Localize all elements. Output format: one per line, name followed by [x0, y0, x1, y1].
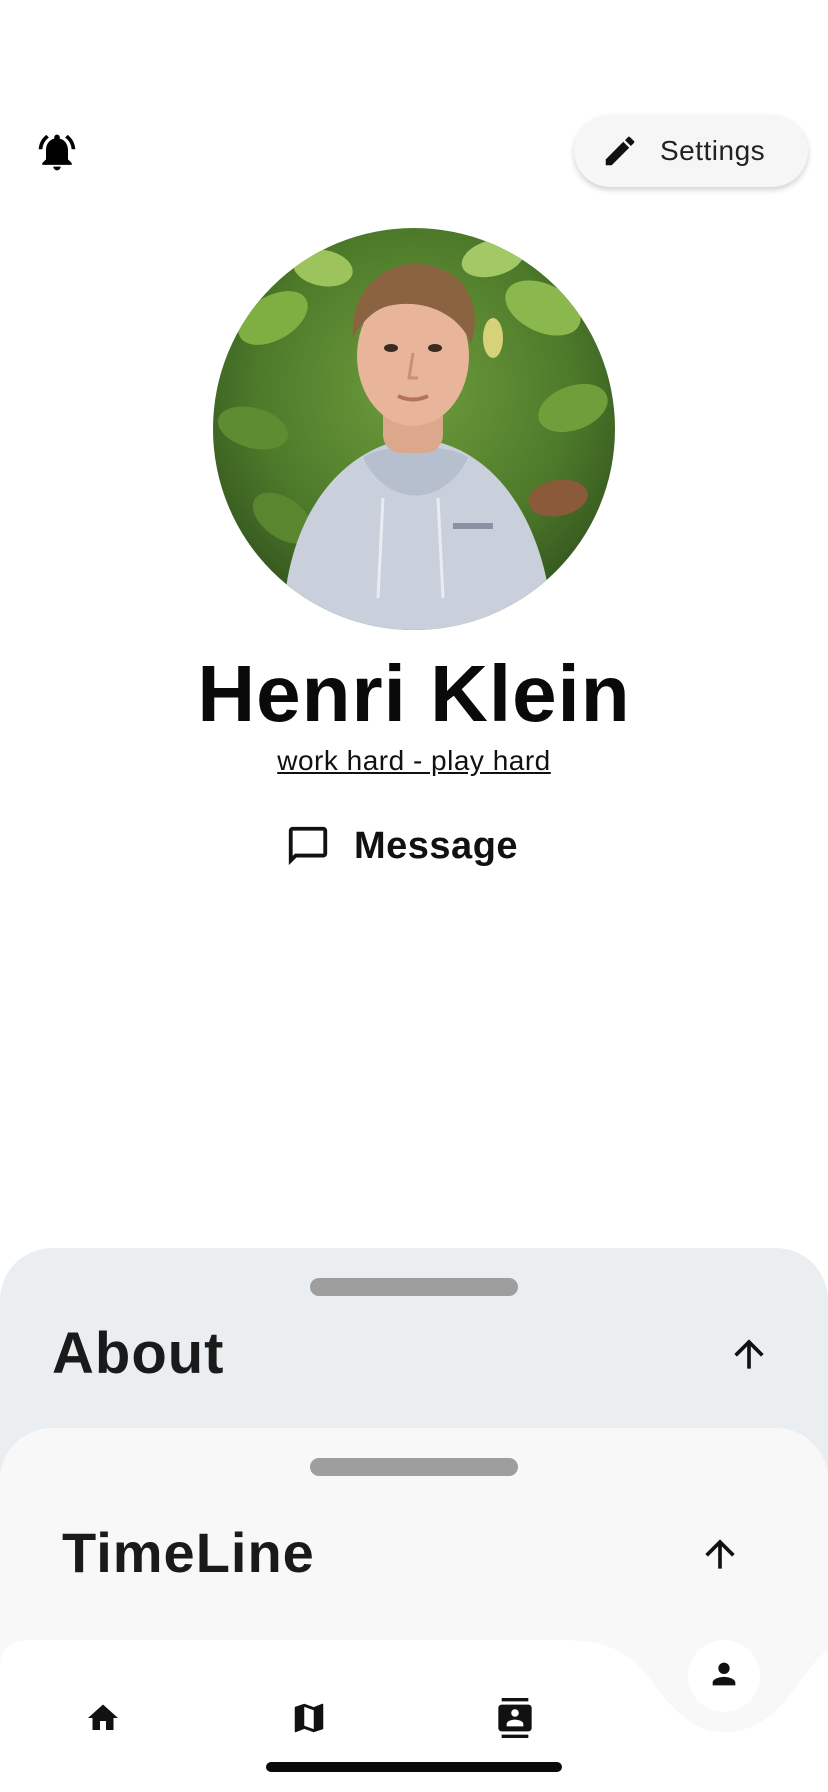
profile-motto[interactable]: work hard - play hard	[0, 745, 828, 777]
timeline-title: TimeLine	[62, 1521, 315, 1584]
map-icon[interactable]	[287, 1696, 331, 1740]
settings-label: Settings	[660, 135, 766, 166]
settings-button[interactable]: Settings	[574, 115, 808, 187]
home-indicator	[266, 1762, 562, 1772]
profile-fab-button[interactable]	[688, 1640, 760, 1712]
contacts-icon[interactable]	[493, 1696, 537, 1740]
arrow-up-icon[interactable]	[696, 1530, 744, 1578]
about-title: About	[52, 1321, 225, 1386]
timeline-sheet-handle[interactable]	[310, 1458, 518, 1476]
avatar[interactable]	[213, 228, 615, 630]
person-icon	[707, 1657, 741, 1696]
message-button[interactable]: Message	[284, 818, 518, 874]
profile-name: Henri Klein	[197, 649, 631, 738]
edit-pencil-icon	[600, 131, 640, 171]
notifications-bell-icon[interactable]	[33, 128, 81, 176]
arrow-up-icon[interactable]	[725, 1330, 773, 1378]
message-label: Message	[354, 824, 519, 867]
about-sheet-handle[interactable]	[310, 1278, 518, 1296]
chat-bubble-icon	[284, 822, 332, 870]
profile-screen: Settings Henri Klein work hard - play ha…	[0, 0, 828, 1792]
home-icon[interactable]	[81, 1696, 125, 1740]
